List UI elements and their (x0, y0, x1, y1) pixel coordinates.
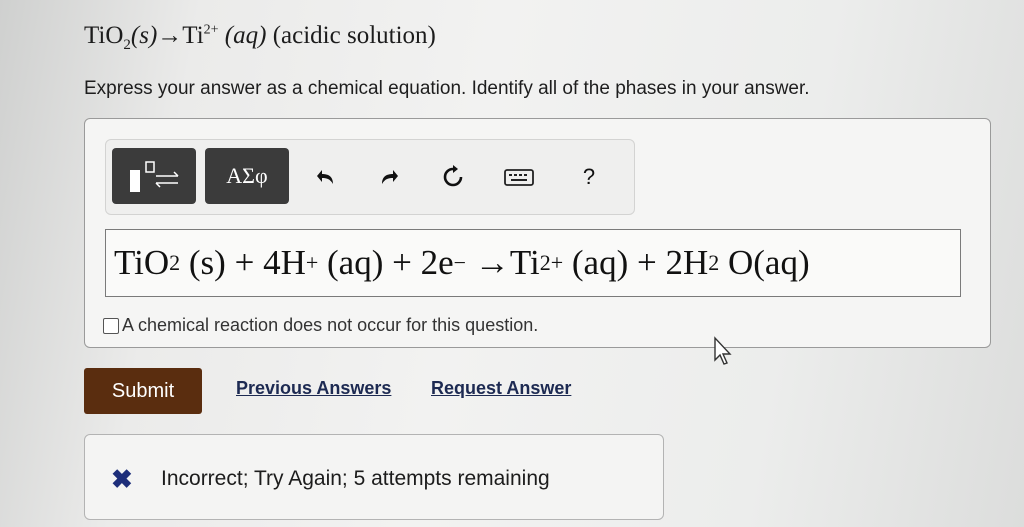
question-product-charge: 2+ (203, 22, 219, 38)
answer-subscript: 2 (169, 250, 181, 275)
answer-panel: ΑΣφ ? TiO 2 (s) + 4H + (aq) + 2e − →Ti 2+ (a… (84, 118, 991, 348)
instruction-text: Express your answer as a chemical equati… (84, 78, 810, 99)
answer-subscript: 2 (708, 250, 720, 275)
answer-term: (aq) + 2e (318, 243, 454, 282)
request-answer-link[interactable]: Request Answer (431, 378, 571, 399)
previous-answers-link[interactable]: Previous Answers (236, 378, 391, 399)
templates-icon (130, 161, 179, 192)
undo-icon[interactable] (311, 162, 341, 192)
feedback-box: ✖ Incorrect; Try Again; 5 attempts remai… (84, 434, 664, 520)
answer-term: (aq) + 2H (563, 243, 709, 282)
answer-input[interactable]: TiO 2 (s) + 4H + (aq) + 2e − →Ti 2+ (aq) + 2… (105, 229, 961, 297)
question-condition: (acidic solution) (272, 22, 436, 49)
reset-icon[interactable] (438, 162, 468, 192)
no-reaction-option[interactable]: A chemical reaction does not occur for t… (103, 315, 538, 336)
no-reaction-checkbox[interactable] (103, 317, 119, 334)
no-reaction-label: A chemical reaction does not occur for t… (122, 315, 539, 335)
answer-superscript: − (453, 250, 467, 275)
question-reactant-subscript: 2 (123, 37, 131, 53)
symbols-button[interactable]: ΑΣφ (205, 148, 289, 204)
answer-term: →Ti (466, 243, 540, 282)
question-reactant-phase: (s) (130, 22, 158, 49)
templates-button[interactable] (112, 148, 196, 204)
answer-term: TiO (114, 243, 170, 282)
keyboard-icon[interactable] (504, 162, 534, 192)
submit-button[interactable]: Submit (84, 368, 202, 414)
incorrect-x-icon: ✖ (111, 464, 133, 494)
question-product: Ti (182, 22, 204, 49)
answer-superscript: + (305, 250, 319, 275)
question-arrow: → (157, 22, 183, 49)
math-toolbar: ΑΣφ ? (105, 139, 635, 215)
question-text: TiO2(s)→Ti2+ (aq) (acidic solution) (84, 22, 436, 54)
question-reactant: TiO (84, 22, 124, 49)
question-product-phase: (aq) (224, 22, 267, 49)
help-icon[interactable]: ? (574, 162, 604, 192)
feedback-text: Incorrect; Try Again; 5 attempts remaini… (161, 467, 550, 490)
mouse-pointer-icon (712, 336, 734, 371)
answer-term: O(aq) (719, 243, 810, 282)
answer-superscript: 2+ (539, 250, 564, 275)
redo-icon[interactable] (374, 162, 404, 192)
answer-term: (s) + 4H (180, 243, 306, 282)
